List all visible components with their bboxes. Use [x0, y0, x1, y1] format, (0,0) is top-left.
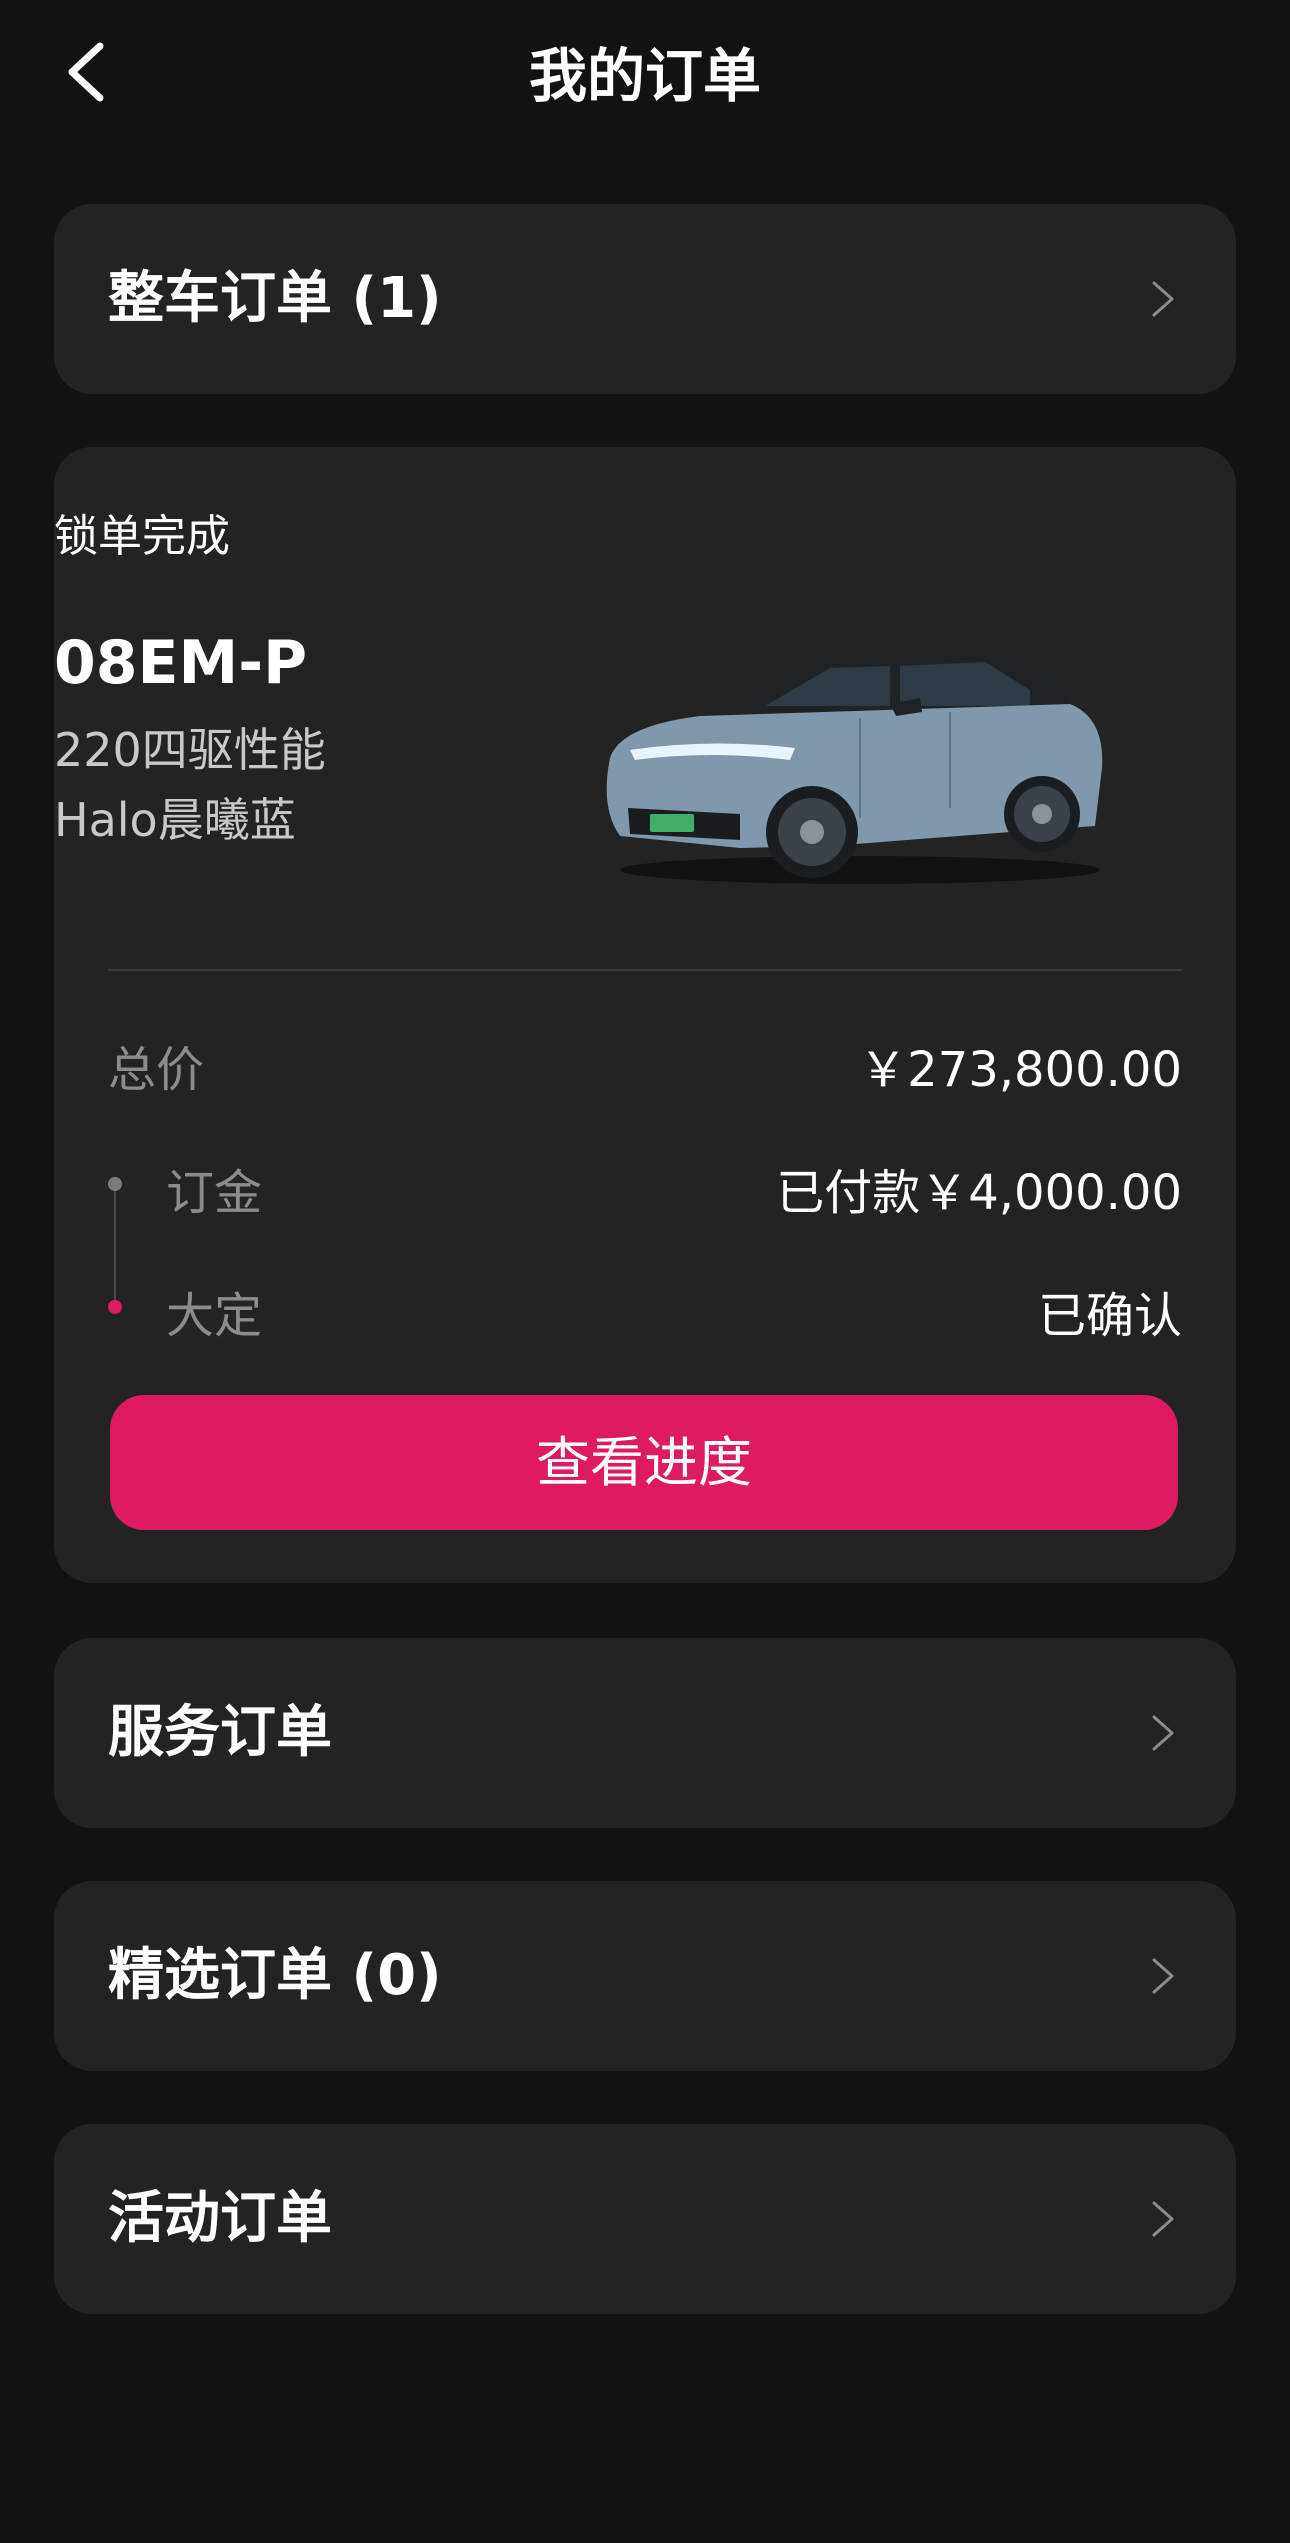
deposit-value: 已付款￥4,000.00: [776, 1165, 1182, 1221]
page-title: 我的订单: [528, 42, 761, 110]
activity-orders-label: 活动订单: [108, 2186, 332, 2251]
vehicle-orders-row[interactable]: 整车订单 (1): [54, 204, 1236, 394]
service-orders-row[interactable]: 服务订单: [54, 1638, 1236, 1828]
chevron-right-icon: [1152, 2201, 1174, 2237]
deposit-label: 订金: [166, 1165, 263, 1221]
order-status: 锁单完成: [54, 511, 230, 562]
car-image: [606, 652, 1103, 884]
down-payment-dot: [108, 1300, 122, 1314]
selected-orders-label: 精选订单 (0): [108, 1943, 442, 2008]
car-color: Halo晨曦蓝: [54, 793, 296, 847]
down-payment-label: 大定: [166, 1288, 263, 1344]
header: 我的订单: [0, 0, 1290, 150]
total-price-label: 总价: [108, 1042, 205, 1098]
service-orders-label: 服务订单: [108, 1700, 332, 1765]
down-payment-value: 已确认: [1037, 1288, 1182, 1344]
vehicle-orders-label: 整车订单 (1): [108, 266, 442, 331]
timeline-line: [114, 1184, 116, 1306]
chevron-right-icon: [1152, 1958, 1174, 1994]
activity-orders-row[interactable]: 活动订单: [54, 2124, 1236, 2314]
view-progress-button[interactable]: 查看进度: [110, 1395, 1178, 1530]
chevron-right-icon: [1152, 1715, 1174, 1751]
car-model: 08EM-P: [54, 628, 308, 698]
deposit-dot: [108, 1177, 122, 1191]
car-trim: 220四驱性能: [54, 723, 326, 777]
total-price-value: ￥273,800.00: [859, 1042, 1182, 1098]
selected-orders-row[interactable]: 精选订单 (0): [54, 1881, 1236, 2071]
divider: [108, 969, 1182, 971]
chevron-right-icon: [1152, 281, 1174, 317]
